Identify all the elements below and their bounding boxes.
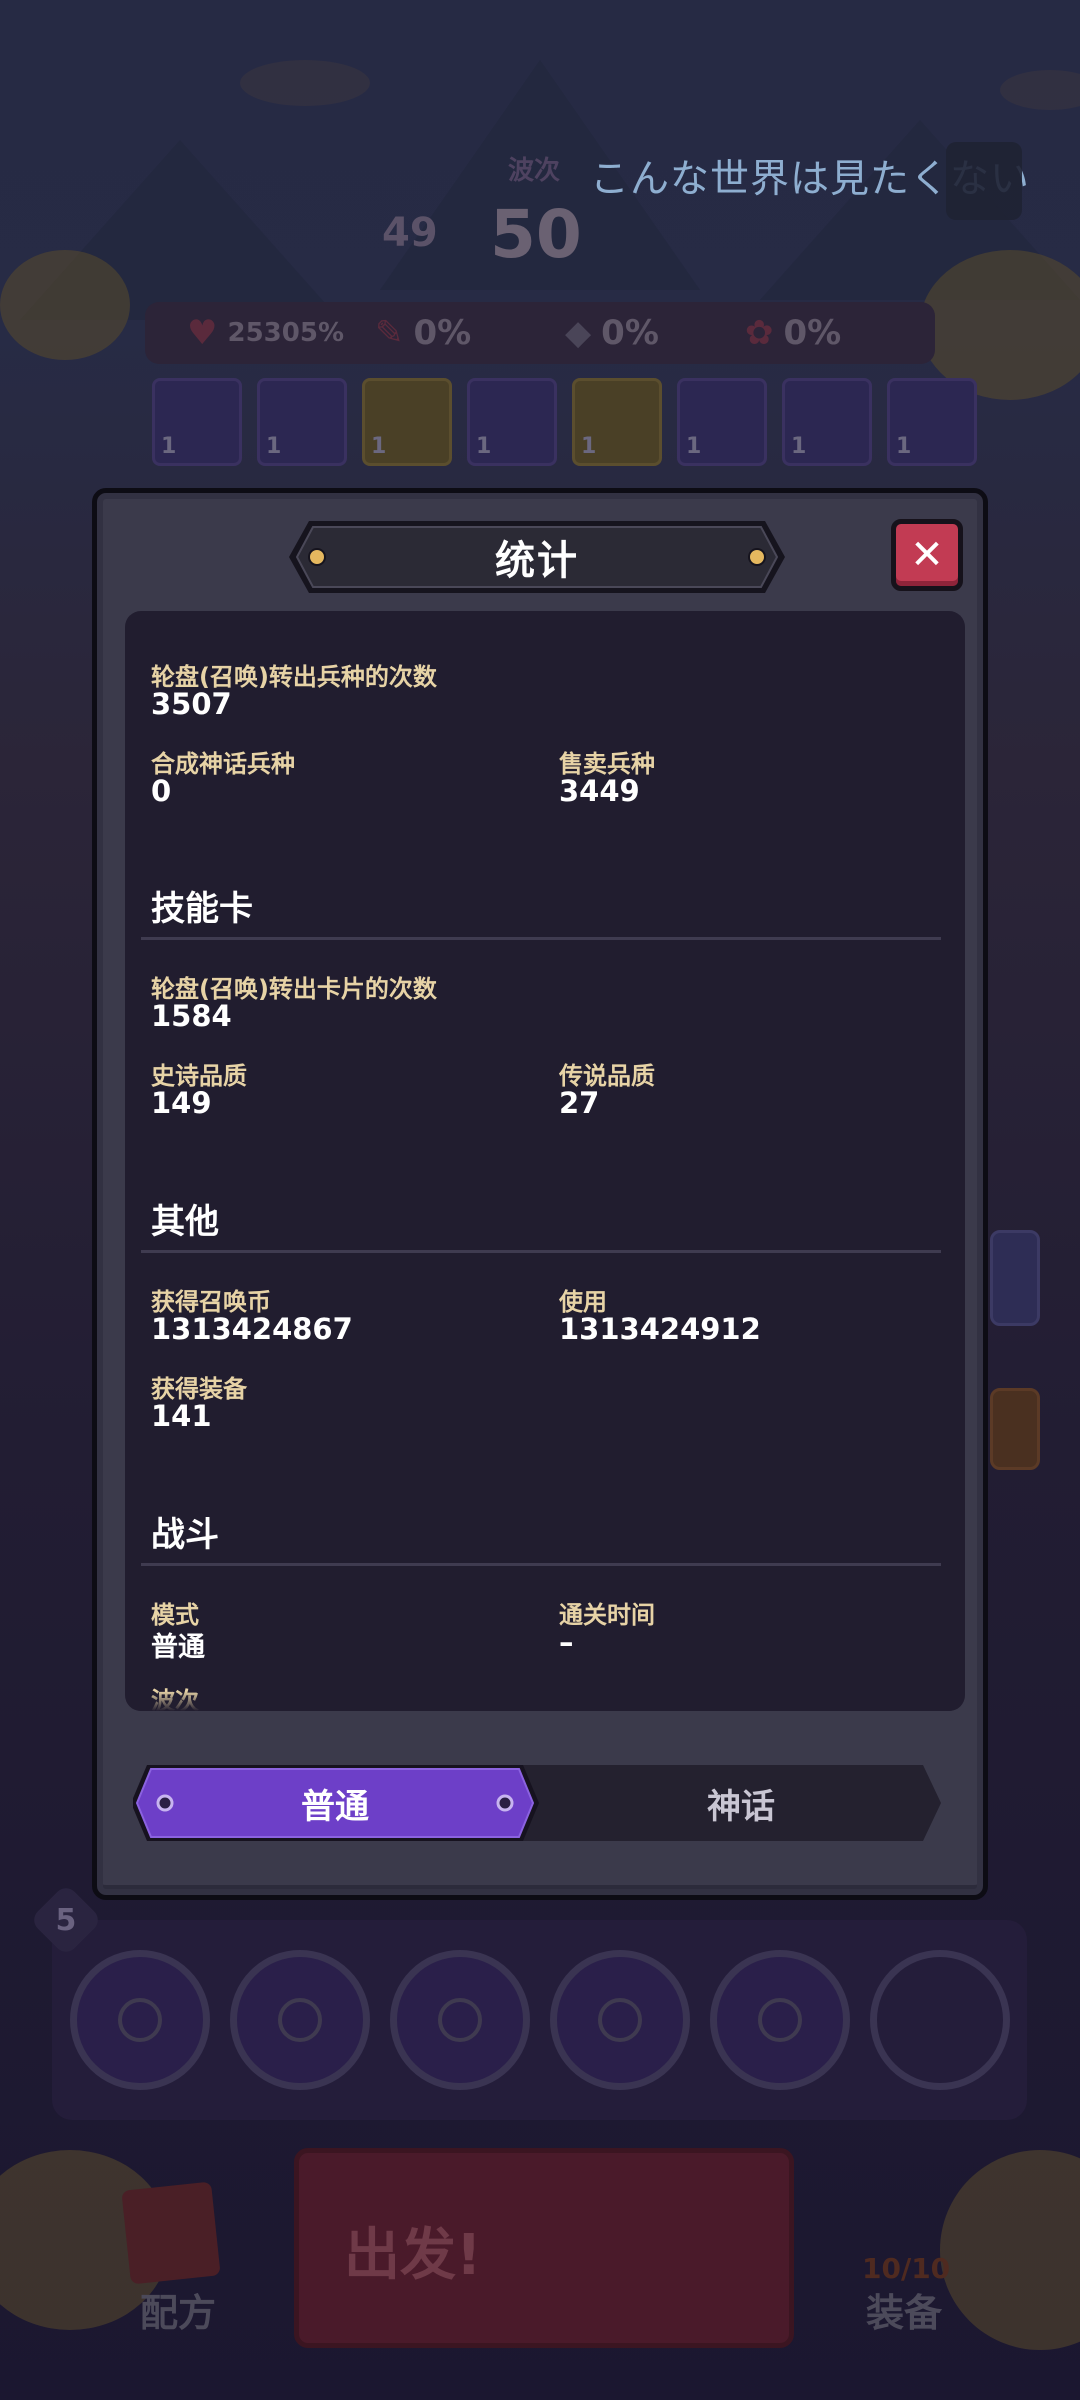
mode-tabs: 普通 神话 xyxy=(133,1761,943,1845)
hero-slot[interactable] xyxy=(710,1950,850,2090)
tab-normal[interactable]: 普通 xyxy=(133,1761,537,1845)
wave-previous: 49 xyxy=(382,210,438,256)
recipe-book-icon[interactable] xyxy=(121,2181,221,2285)
stat-shield: ◆ 0% xyxy=(565,313,659,353)
skill-slot[interactable]: 1 xyxy=(572,378,662,466)
equip-count: 10/10 xyxy=(862,2252,951,2285)
scroll-fade xyxy=(125,1691,965,1711)
hero-slot-empty[interactable] xyxy=(870,1950,1010,2090)
hero-slot[interactable] xyxy=(390,1950,530,2090)
modal-title-plate: 统计 xyxy=(287,517,787,597)
skill-slot[interactable]: 1 xyxy=(887,378,977,466)
hero-slot[interactable] xyxy=(230,1950,370,2090)
go-button-label: 出发! xyxy=(344,2223,482,2288)
skill-slot[interactable]: 1 xyxy=(152,378,242,466)
bush xyxy=(0,250,130,360)
wave-label: 波次 xyxy=(508,156,561,186)
skill-slot[interactable]: 1 xyxy=(782,378,872,466)
stats-modal: 统计 ✕ 轮盘(召唤)转出兵种的次数 3507 合成神话兵种 0 售卖兵种 34… xyxy=(92,488,988,1900)
gear-icon: ✿ xyxy=(745,313,774,353)
tab-mythic[interactable]: 神话 xyxy=(541,1761,941,1845)
section-heading-skill-cards: 技能卡 xyxy=(151,889,253,929)
skill-slot[interactable]: 1 xyxy=(362,378,452,466)
wave-current: 50 xyxy=(490,196,582,273)
equip-got-value: 141 xyxy=(151,1399,212,1433)
stat-hp: ♥ 25305% xyxy=(187,313,344,353)
cloud xyxy=(1000,70,1080,110)
mythic-merge-label: 合成神话兵种 xyxy=(151,750,295,778)
close-button[interactable]: ✕ xyxy=(891,519,963,591)
close-icon: ✕ xyxy=(910,532,944,578)
equip-label[interactable]: 装备 xyxy=(866,2282,942,2337)
cards-summon-value: 1584 xyxy=(151,999,232,1033)
cloud xyxy=(240,60,370,106)
mythic-merge-value: 0 xyxy=(151,774,172,808)
section-divider xyxy=(141,1563,941,1566)
skill-slot[interactable]: 1 xyxy=(677,378,767,466)
person-icon xyxy=(438,1998,482,2042)
menu-button[interactable] xyxy=(946,142,1022,220)
person-icon xyxy=(758,1998,802,2042)
section-heading-battle: 战斗 xyxy=(151,1515,219,1555)
skill-slot[interactable]: 1 xyxy=(467,378,557,466)
epic-quality-value: 149 xyxy=(151,1086,212,1120)
bush xyxy=(940,2150,1080,2350)
stat-gear: ✿ 0% xyxy=(745,313,842,353)
section-divider xyxy=(141,937,941,940)
skill-row: 1 1 1 1 1 1 1 1 xyxy=(152,378,977,466)
clear-time-value: – xyxy=(559,1625,574,1659)
shield-icon: ◆ xyxy=(565,313,592,353)
person-icon xyxy=(278,1998,322,2042)
stats-scroll-panel[interactable]: 轮盘(召唤)转出兵种的次数 3507 合成神话兵种 0 售卖兵种 3449 技能… xyxy=(125,611,965,1711)
heart-icon: ♥ xyxy=(187,313,218,353)
hero-slot[interactable] xyxy=(550,1950,690,2090)
section-heading-other: 其他 xyxy=(151,1202,219,1242)
coins-got-value: 1313424867 xyxy=(151,1312,353,1346)
person-icon xyxy=(598,1998,642,2042)
stat-potion: ✎ 0% xyxy=(375,313,472,353)
section-divider xyxy=(141,1250,941,1253)
side-chip xyxy=(990,1388,1040,1470)
skill-slot[interactable]: 1 xyxy=(257,378,347,466)
stat-bar: ♥ 25305% ✎ 0% ◆ 0% ✿ 0% xyxy=(145,302,935,364)
recipe-label[interactable]: 配方 xyxy=(140,2282,216,2337)
person-icon xyxy=(118,1998,162,2042)
units-summon-value: 3507 xyxy=(151,687,232,721)
mode-value: 普通 xyxy=(151,1632,205,1663)
units-sold-value: 3449 xyxy=(559,774,640,808)
potion-icon: ✎ xyxy=(375,313,404,353)
coins-used-value: 1313424912 xyxy=(559,1312,761,1346)
legend-quality-value: 27 xyxy=(559,1086,600,1120)
side-chip xyxy=(990,1230,1040,1326)
hero-slot[interactable] xyxy=(70,1950,210,2090)
modal-title: 统计 xyxy=(495,538,579,584)
